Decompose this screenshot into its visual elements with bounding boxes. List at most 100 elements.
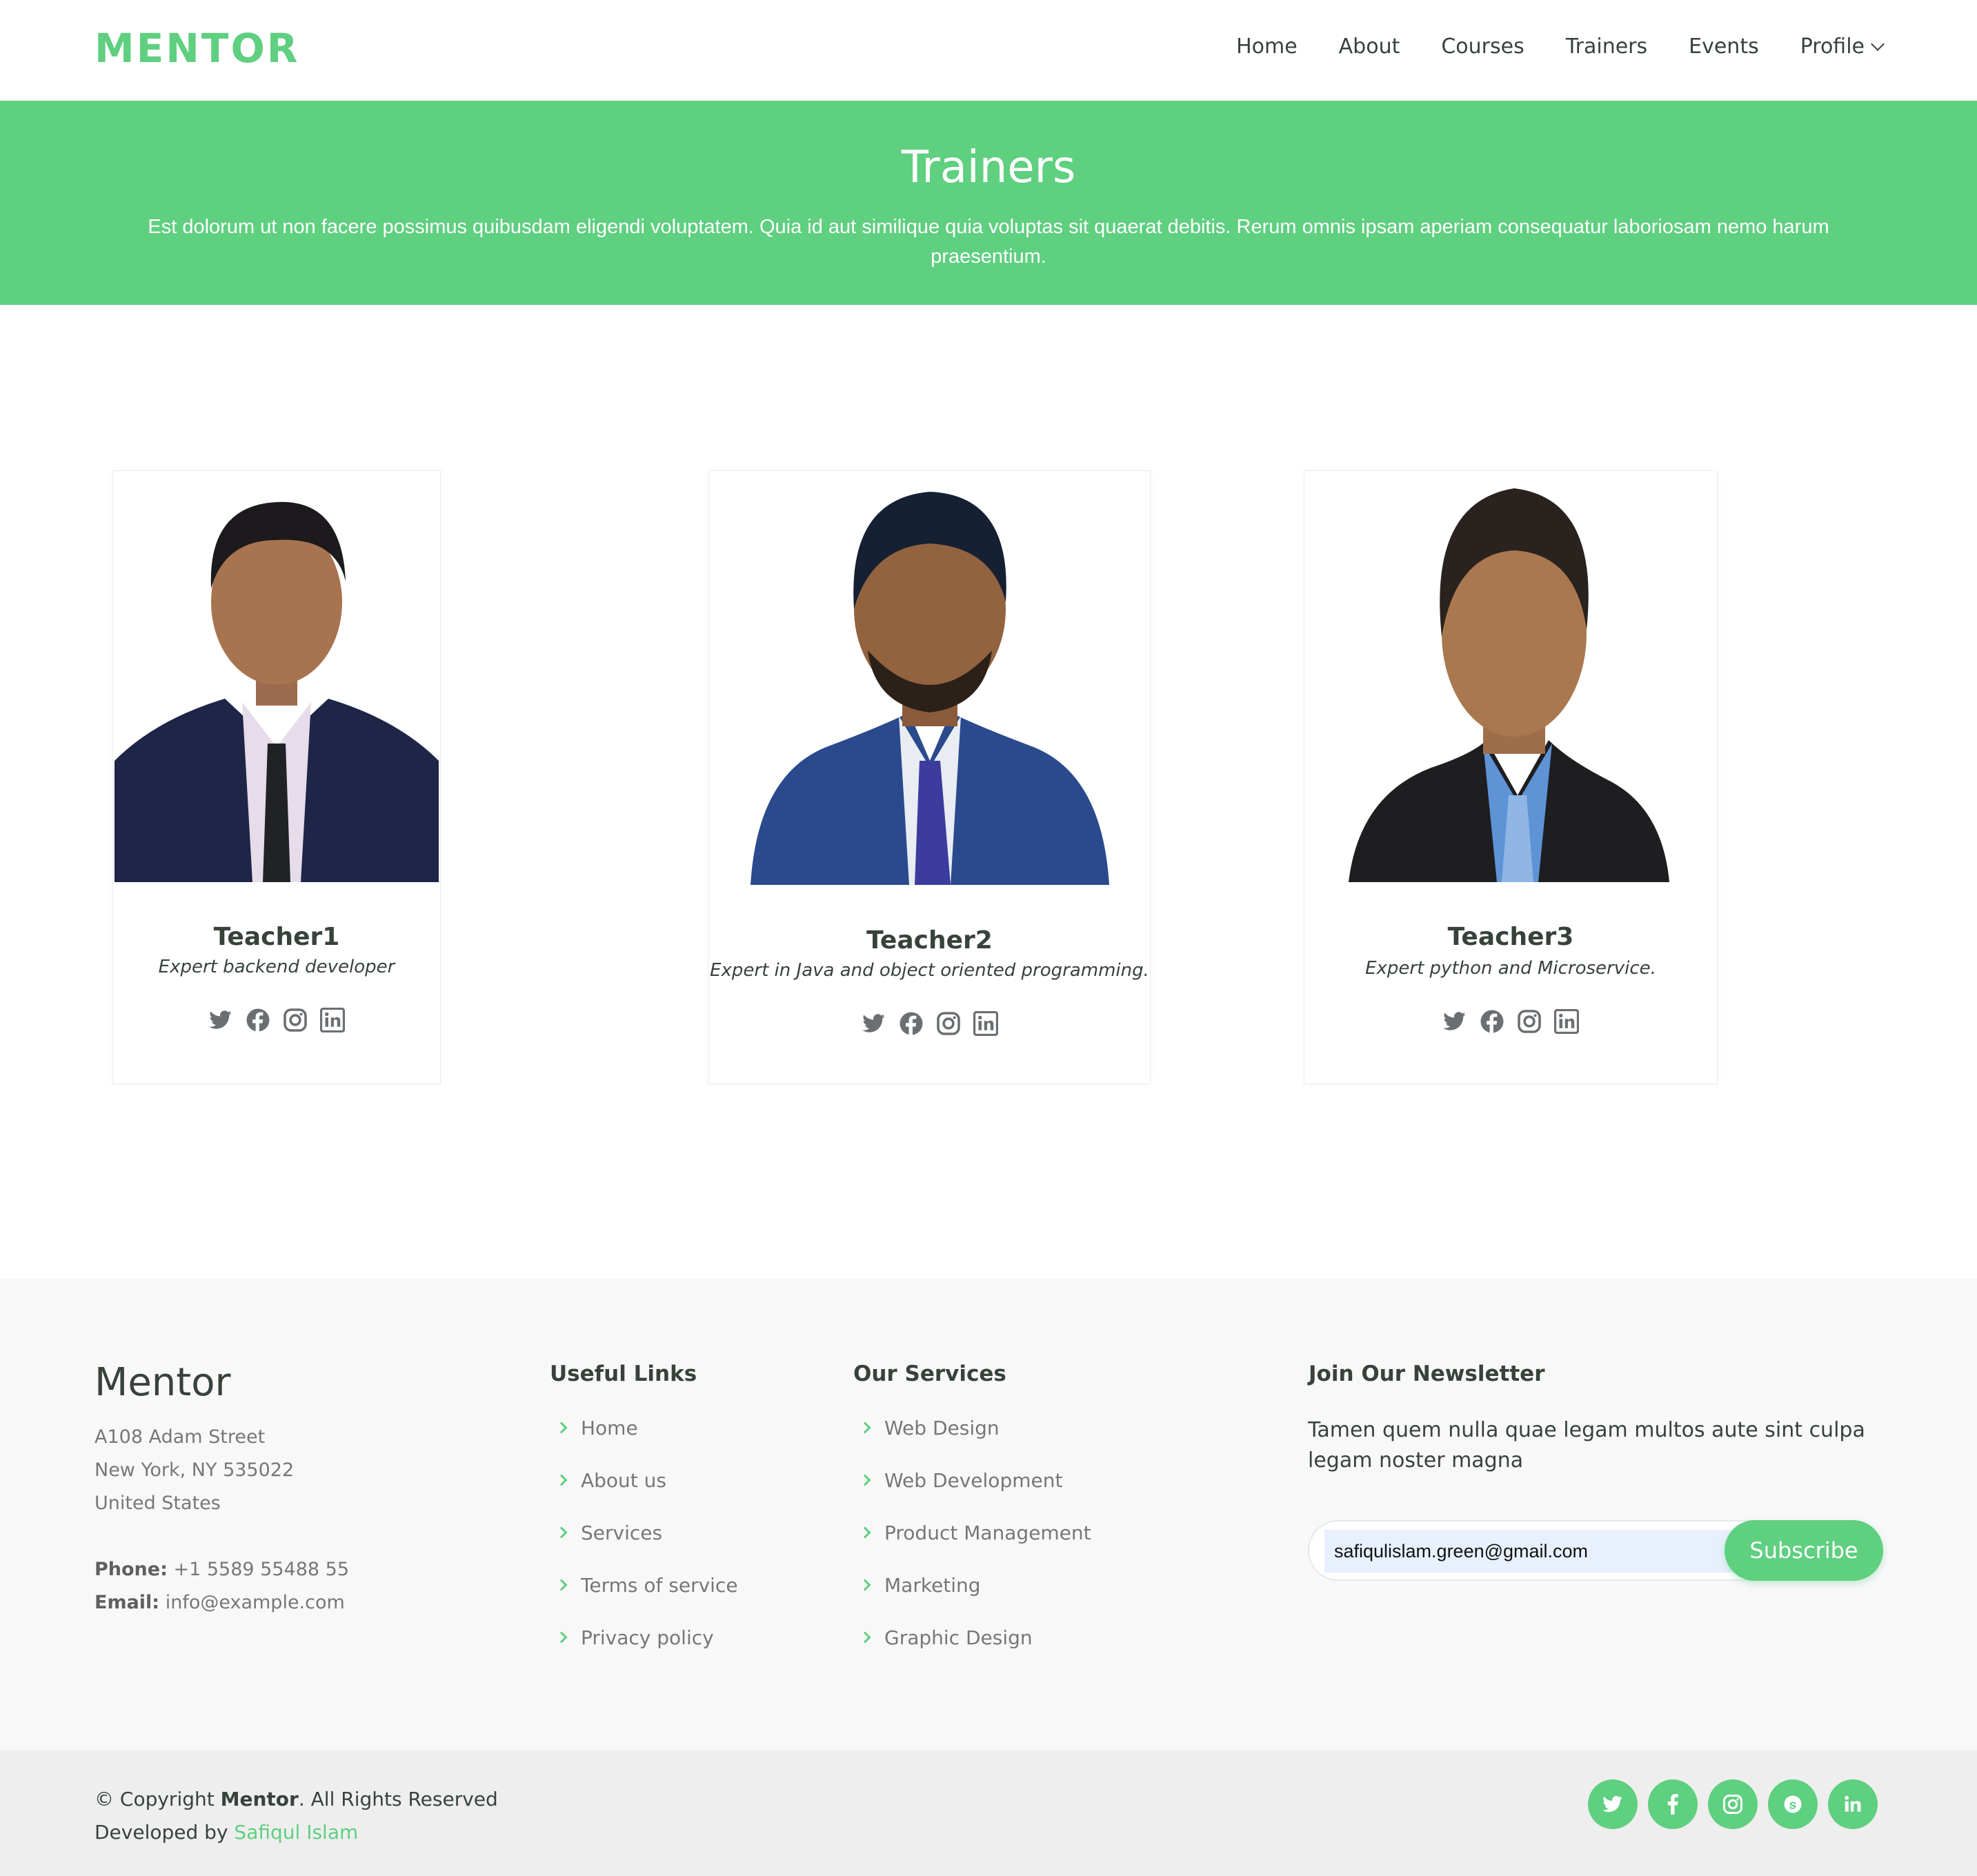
nav-profile-label: Profile — [1800, 34, 1865, 59]
newsletter-email-input[interactable] — [1324, 1530, 1752, 1573]
address-line: United States — [95, 1493, 221, 1514]
newsletter-text: Tamen quem nulla quae legam multos aute … — [1308, 1418, 1865, 1473]
trainer-specialty: Expert backend developer — [158, 957, 395, 977]
site-logo[interactable]: MENTOR — [95, 25, 299, 72]
footer-link[interactable]: Product Management — [855, 1506, 1091, 1559]
footer-link[interactable]: Home — [552, 1401, 738, 1454]
instagram-icon[interactable] — [283, 1008, 308, 1032]
trainer-portrait-image — [750, 492, 1109, 885]
page-title: Trainers — [901, 142, 1076, 193]
copyright-suffix: . All Rights Reserved — [298, 1788, 498, 1810]
footer-link[interactable]: Marketing — [855, 1559, 1091, 1611]
footer-social-links — [1588, 1779, 1878, 1829]
trainer-social-links — [113, 1008, 440, 1032]
trainer-name: Teacher1 — [213, 923, 340, 951]
footer-link-label: Graphic Design — [884, 1626, 1033, 1649]
chevron-right-icon — [859, 1526, 871, 1539]
trainer-name: Teacher2 — [866, 926, 993, 955]
chevron-right-icon — [555, 1421, 568, 1434]
nav-home[interactable]: Home — [1236, 34, 1298, 59]
phone-label: Phone: — [95, 1559, 168, 1580]
chevron-right-icon — [859, 1421, 871, 1434]
instagram-icon[interactable] — [1517, 1009, 1542, 1034]
footer-link[interactable]: Privacy policy — [552, 1611, 738, 1664]
twitter-icon[interactable] — [862, 1011, 886, 1036]
useful-links-title: Useful Links — [550, 1361, 697, 1386]
trainer-card: Teacher3 Expert python and Microservice. — [1304, 470, 1718, 1084]
instagram-icon[interactable] — [936, 1011, 961, 1036]
footer-link-label: Privacy policy — [581, 1626, 714, 1649]
chevron-right-icon — [859, 1631, 871, 1644]
trainer-name: Teacher3 — [1447, 923, 1574, 951]
developer-line: Developed by Safiqul Islam — [95, 1816, 498, 1849]
trainer-card: Teacher2 Expert in Java and object orien… — [708, 470, 1151, 1084]
footer-link[interactable]: Graphic Design — [855, 1611, 1091, 1664]
nav-events[interactable]: Events — [1689, 34, 1759, 59]
facebook-icon[interactable] — [246, 1008, 270, 1032]
newsletter-title: Join Our Newsletter — [1309, 1361, 1545, 1386]
chevron-right-icon — [859, 1579, 871, 1591]
address-line: New York, NY 535022 — [95, 1459, 295, 1481]
footer-link-label: Home — [581, 1416, 638, 1439]
footer-link[interactable]: Web Development — [855, 1454, 1091, 1506]
twitter-icon[interactable] — [208, 1008, 233, 1032]
footer-link-label: Terms of service — [581, 1573, 738, 1597]
trainer-social-links — [709, 1011, 1150, 1036]
footer-link-label: Marketing — [884, 1573, 981, 1597]
phone-line: Phone: +1 5589 55488 55 — [95, 1553, 349, 1586]
chevron-right-icon — [555, 1579, 568, 1591]
nav-trainers[interactable]: Trainers — [1566, 34, 1647, 59]
copyright-prefix: © Copyright — [95, 1788, 215, 1810]
linkedin-icon[interactable] — [1554, 1009, 1579, 1034]
footer-link-label: Web Development — [884, 1468, 1063, 1492]
trainer-photo — [113, 471, 440, 882]
footer-link-label: About us — [581, 1468, 667, 1492]
developed-prefix: Developed by — [95, 1821, 228, 1844]
twitter-icon[interactable] — [1442, 1009, 1467, 1034]
footer-link[interactable]: Terms of service — [552, 1559, 738, 1611]
trainer-specialty: Expert python and Microservice. — [1365, 958, 1656, 979]
facebook-icon[interactable] — [1480, 1009, 1504, 1034]
developer-link[interactable]: Safiqul Islam — [234, 1821, 358, 1844]
instagram-icon[interactable] — [1708, 1779, 1758, 1829]
trainer-photo — [709, 471, 1150, 885]
site-header: MENTOR Home About Courses Trainers Event… — [0, 0, 1977, 101]
nav-about[interactable]: About — [1339, 34, 1400, 59]
trainer-portrait-image — [1349, 488, 1669, 882]
email-value: info@example.com — [165, 1592, 345, 1613]
footer-link[interactable]: Services — [552, 1506, 738, 1559]
footer-link[interactable]: Web Design — [855, 1401, 1091, 1454]
skype-icon[interactable] — [1768, 1779, 1818, 1829]
facebook-icon[interactable] — [899, 1011, 924, 1036]
facebook-icon[interactable] — [1648, 1779, 1698, 1829]
footer-link[interactable]: About us — [552, 1454, 738, 1506]
newsletter-form: Subscribe — [1308, 1520, 1883, 1581]
linkedin-icon[interactable] — [320, 1008, 345, 1032]
services-list: Web Design Web Development Product Manag… — [855, 1401, 1091, 1664]
trainer-card: Teacher1 Expert backend developer — [112, 470, 441, 1084]
linkedin-icon[interactable] — [973, 1011, 998, 1036]
footer-link-label: Web Design — [884, 1416, 1000, 1439]
footer-brand: Mentor — [95, 1360, 231, 1405]
twitter-icon[interactable] — [1588, 1779, 1638, 1829]
chevron-right-icon — [555, 1474, 568, 1486]
page-description: Est dolorum ut non facere possimus quibu… — [148, 216, 1829, 268]
copyright: © Copyright Mentor. All Rights Reserved … — [95, 1783, 498, 1849]
phone-value: +1 5589 55488 55 — [173, 1559, 349, 1580]
footer-contact: A108 Adam Street New York, NY 535022 Uni… — [95, 1421, 349, 1619]
services-title: Our Services — [853, 1361, 1006, 1386]
copyright-line: © Copyright Mentor. All Rights Reserved — [95, 1783, 498, 1816]
email-label: Email: — [95, 1592, 160, 1613]
email-line: Email: info@example.com — [95, 1586, 349, 1619]
copyright-brand: Mentor — [220, 1788, 299, 1810]
linkedin-icon[interactable] — [1828, 1779, 1878, 1829]
nav-courses[interactable]: Courses — [1441, 34, 1524, 59]
chevron-down-icon — [1871, 37, 1885, 51]
nav-profile-dropdown[interactable]: Profile — [1800, 34, 1885, 59]
trainer-portrait-image — [115, 501, 439, 882]
chevron-right-icon — [859, 1474, 871, 1486]
trainer-social-links — [1304, 1009, 1717, 1034]
chevron-right-icon — [555, 1631, 568, 1644]
subscribe-button[interactable]: Subscribe — [1725, 1520, 1883, 1581]
chevron-right-icon — [555, 1526, 568, 1539]
